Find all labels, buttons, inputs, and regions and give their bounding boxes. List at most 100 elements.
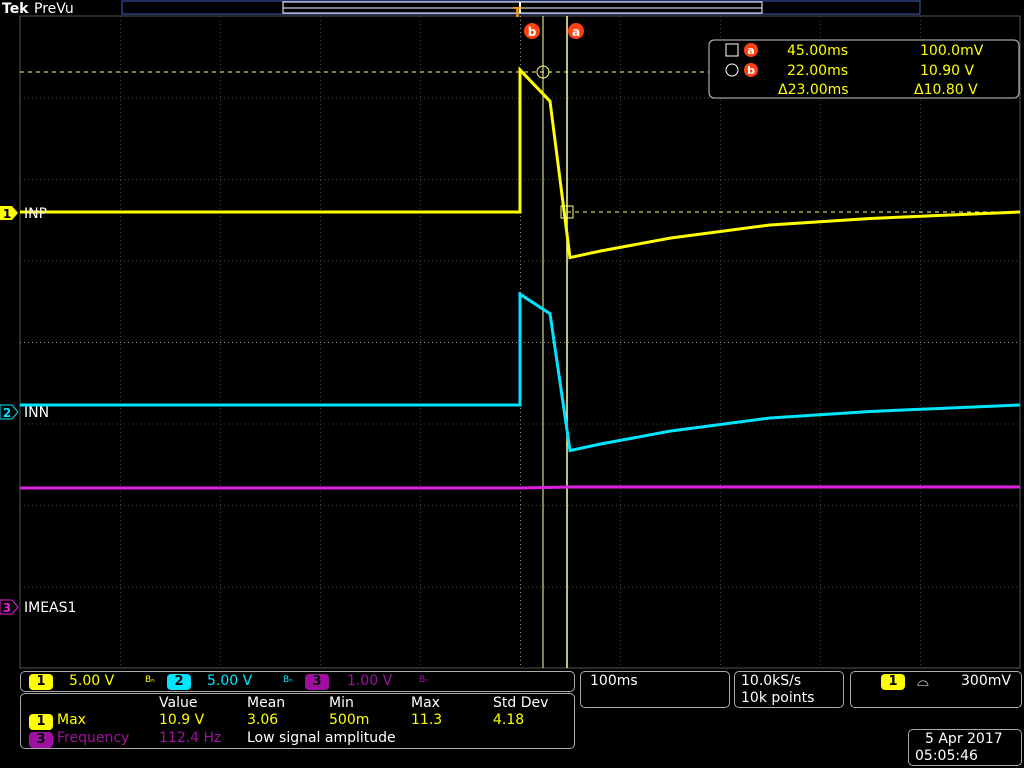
grid-dot: [520, 612, 521, 613]
grid-dot: [724, 505, 725, 506]
grid-dot: [528, 342, 529, 343]
grid-dot: [884, 423, 885, 425]
ch2-ground-marker[interactable]: 2: [0, 404, 19, 420]
grid-dot: [140, 179, 141, 180]
grid-dot: [512, 260, 513, 262]
grid-dot: [348, 505, 349, 506]
grid-dot: [460, 260, 461, 262]
grid-dot: [76, 505, 77, 506]
grid-dot: [688, 423, 689, 425]
grid-dot: [748, 505, 749, 506]
grid-dot: [488, 179, 489, 180]
grid-dot: [868, 179, 869, 180]
grid-dot: [428, 505, 429, 506]
grid-dot: [420, 308, 421, 309]
grid-dot: [320, 208, 321, 209]
grid-dot: [920, 532, 921, 533]
grid-dot: [172, 505, 173, 506]
grid-dot: [820, 372, 821, 373]
ch3-ground-marker[interactable]: 3: [0, 599, 19, 615]
grid-dot: [720, 664, 721, 665]
acquisition-panel[interactable]: 10.0kS/s 10k points: [734, 671, 844, 708]
grid-dot: [120, 660, 121, 661]
vertical-scale-panel[interactable]: 1 5.00 V Bₙ 2 5.00 V Bₙ 3 1.00 V Bₙ: [20, 671, 575, 692]
grid-dot: [720, 452, 721, 453]
grid-dot: [720, 264, 721, 265]
grid-dot: [948, 505, 949, 506]
grid-dot: [692, 179, 693, 180]
grid-dot: [872, 342, 873, 343]
grid-dot: [976, 423, 977, 425]
grid-dot: [276, 179, 277, 180]
grid-dot: [684, 260, 685, 262]
grid-dot: [692, 505, 693, 506]
grid-dot: [276, 505, 277, 506]
grid-dot: [20, 342, 21, 343]
grid-dot: [720, 36, 721, 37]
grid-dot: [328, 342, 329, 343]
grid-dot: [628, 342, 629, 343]
grid-dot: [944, 342, 945, 343]
grid-dot: [320, 552, 321, 553]
grid-dot: [440, 97, 441, 99]
grid-dot: [908, 423, 909, 425]
grid-dot: [420, 628, 421, 629]
meas1-channel-chip[interactable]: 1: [29, 714, 53, 730]
grid-dot: [320, 48, 321, 49]
grid-dot: [320, 304, 321, 305]
grid-dot: [188, 423, 189, 425]
grid-dot: [336, 342, 337, 343]
grid-dot: [64, 179, 65, 180]
ch3-scale-chip[interactable]: 3: [305, 674, 329, 690]
grid-dot: [720, 592, 721, 593]
grid-dot: [544, 179, 545, 180]
grid-dot: [132, 423, 133, 425]
grid-dot: [948, 423, 949, 425]
grid-dot: [284, 342, 285, 343]
grid-dot: [632, 260, 633, 262]
grid-dot: [720, 20, 721, 21]
grid-dot: [468, 586, 469, 588]
grid-dot: [120, 308, 121, 309]
grid-dot: [184, 97, 185, 99]
grid-dot: [84, 97, 85, 99]
grid-dot: [420, 88, 421, 89]
grid-dot: [820, 312, 821, 313]
grid-dot: [796, 586, 797, 588]
grid-dot: [920, 136, 921, 137]
grid-dot: [232, 423, 233, 425]
grid-dot: [960, 505, 961, 506]
grid-dot: [620, 560, 621, 561]
grid-dot: [816, 342, 817, 343]
timebase-panel[interactable]: 100ms: [580, 671, 730, 708]
ch1-ground-marker[interactable]: 1: [0, 206, 18, 221]
meas2-channel-chip[interactable]: 3: [29, 732, 53, 748]
grid-dot: [504, 586, 505, 588]
grid-dot: [920, 24, 921, 25]
grid-dot: [420, 548, 421, 549]
grid-dot: [820, 496, 821, 497]
grid-dot: [508, 505, 509, 506]
grid-dot: [308, 260, 309, 262]
grid-dot: [520, 580, 521, 581]
grid-dot: [420, 432, 421, 433]
grid-dot: [920, 284, 921, 285]
grid-dot: [108, 260, 109, 262]
grid-dot: [816, 260, 817, 262]
ch1-scale-chip[interactable]: 1: [29, 674, 53, 690]
grid-dot: [288, 179, 289, 180]
grid-dot: [516, 179, 517, 180]
grid-dot: [432, 97, 433, 99]
trigger-panel[interactable]: 1 ⌓ 300mV: [850, 671, 1022, 708]
grid-dot: [392, 423, 393, 425]
grid-dot: [920, 544, 921, 545]
grid-dot: [720, 436, 721, 437]
grid-dot: [212, 342, 213, 343]
grid-dot: [120, 596, 121, 597]
grid-dot: [820, 192, 821, 193]
trigger-position-icon[interactable]: T: [513, 6, 522, 21]
ch2-scale-chip[interactable]: 2: [167, 674, 191, 690]
grid-dot: [540, 179, 541, 180]
grid-dot: [720, 240, 721, 241]
grid-dot: [768, 179, 769, 180]
